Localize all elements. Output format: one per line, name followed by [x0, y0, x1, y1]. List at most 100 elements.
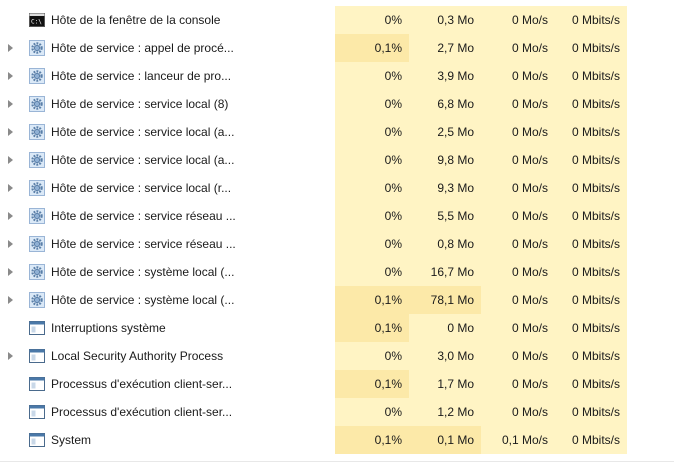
- gear-icon: [29, 40, 45, 56]
- expand-chevron-icon[interactable]: [8, 100, 13, 108]
- expand-chevron-icon[interactable]: [8, 72, 13, 80]
- disk-value: 0 Mo/s: [481, 34, 555, 62]
- process-row[interactable]: Hôte de service : système local (... 0% 16…: [0, 258, 674, 286]
- memory-value: 6,8 Mo: [409, 90, 481, 118]
- process-row[interactable]: Interruptions système 0,1% 0 Mo 0 Mo/s 0 Mbi…: [0, 314, 674, 342]
- process-name: Hôte de la fenêtre de la console: [51, 13, 221, 27]
- process-name: Processus d'exécution client-ser...: [51, 405, 233, 419]
- memory-value: 9,8 Mo: [409, 146, 481, 174]
- process-name: Hôte de service : service local (a...: [51, 125, 235, 139]
- expand-chevron-icon[interactable]: [8, 44, 13, 52]
- cpu-value: 0%: [335, 258, 409, 286]
- process-name: Hôte de service : lanceur de pro...: [51, 69, 232, 83]
- window-icon: [29, 376, 45, 392]
- disk-value: 0,1 Mo/s: [481, 426, 555, 454]
- process-row[interactable]: C:\ Hôte de la fenêtre de la console 0% 0,3…: [0, 6, 674, 34]
- network-value: 0 Mbits/s: [555, 118, 627, 146]
- memory-value: 0,1 Mo: [409, 426, 481, 454]
- cpu-value: 0%: [335, 174, 409, 202]
- disk-value: 0 Mo/s: [481, 118, 555, 146]
- expand-chevron-icon[interactable]: [8, 156, 13, 164]
- memory-value: 0,3 Mo: [409, 6, 481, 34]
- network-value: 0 Mbits/s: [555, 286, 627, 314]
- process-row[interactable]: Processus d'exécution client-ser... 0,1% 1…: [0, 370, 674, 398]
- cpu-value: 0%: [335, 62, 409, 90]
- network-value: 0 Mbits/s: [555, 426, 627, 454]
- process-name: Interruptions système: [51, 321, 166, 335]
- process-row[interactable]: Hôte de service : service réseau ... 0% 5,…: [0, 202, 674, 230]
- process-row[interactable]: Hôte de service : service local (8) 0% 6,8…: [0, 90, 674, 118]
- expand-chevron-icon[interactable]: [8, 128, 13, 136]
- memory-value: 78,1 Mo: [409, 286, 481, 314]
- expand-chevron-icon[interactable]: [8, 184, 13, 192]
- network-value: 0 Mbits/s: [555, 202, 627, 230]
- network-value: 0 Mbits/s: [555, 370, 627, 398]
- memory-value: 16,7 Mo: [409, 258, 481, 286]
- memory-value: 3,9 Mo: [409, 62, 481, 90]
- network-value: 0 Mbits/s: [555, 174, 627, 202]
- memory-value: 1,2 Mo: [409, 398, 481, 426]
- memory-value: 0 Mo: [409, 314, 481, 342]
- process-row[interactable]: Hôte de service : service réseau ... 0% 0,…: [0, 230, 674, 258]
- gear-icon: [29, 152, 45, 168]
- cpu-value: 0,1%: [335, 34, 409, 62]
- gear-icon: [29, 96, 45, 112]
- network-value: 0 Mbits/s: [555, 34, 627, 62]
- bottom-divider: [0, 461, 674, 462]
- process-name: Hôte de service : service réseau ...: [51, 237, 236, 251]
- process-row[interactable]: Local Security Authority Process 0% 3,0 Mo…: [0, 342, 674, 370]
- network-value: 0 Mbits/s: [555, 90, 627, 118]
- expand-chevron-icon[interactable]: [8, 352, 13, 360]
- memory-value: 9,3 Mo: [409, 174, 481, 202]
- expand-chevron-icon[interactable]: [8, 268, 13, 276]
- disk-value: 0 Mo/s: [481, 398, 555, 426]
- console-icon: C:\: [29, 12, 45, 28]
- disk-value: 0 Mo/s: [481, 286, 555, 314]
- cpu-value: 0%: [335, 398, 409, 426]
- cpu-value: 0,1%: [335, 286, 409, 314]
- network-value: 0 Mbits/s: [555, 314, 627, 342]
- cpu-value: 0,1%: [335, 426, 409, 454]
- cpu-value: 0,1%: [335, 314, 409, 342]
- process-row[interactable]: Processus d'exécution client-ser... 0% 1,2…: [0, 398, 674, 426]
- memory-value: 2,7 Mo: [409, 34, 481, 62]
- network-value: 0 Mbits/s: [555, 342, 627, 370]
- cpu-value: 0,1%: [335, 370, 409, 398]
- process-row[interactable]: Hôte de service : service local (a... 0% 2…: [0, 118, 674, 146]
- cpu-value: 0%: [335, 6, 409, 34]
- network-value: 0 Mbits/s: [555, 398, 627, 426]
- process-row[interactable]: Hôte de service : service local (a... 0% 9…: [0, 146, 674, 174]
- cpu-value: 0%: [335, 146, 409, 174]
- process-row[interactable]: Hôte de service : lanceur de pro... 0% 3,9…: [0, 62, 674, 90]
- process-row[interactable]: Hôte de service : service local (r... 0% 9…: [0, 174, 674, 202]
- network-value: 0 Mbits/s: [555, 146, 627, 174]
- process-name: Hôte de service : appel de procé...: [51, 41, 234, 55]
- gear-icon: [29, 68, 45, 84]
- process-name: Hôte de service : système local (...: [51, 293, 235, 307]
- gear-icon: [29, 236, 45, 252]
- process-row[interactable]: System 0,1% 0,1 Mo 0,1 Mo/s 0 Mbits/s: [0, 426, 674, 454]
- window-icon: [29, 348, 45, 364]
- process-name: Hôte de service : service réseau ...: [51, 209, 236, 223]
- process-name: Hôte de service : service local (a...: [51, 153, 235, 167]
- disk-value: 0 Mo/s: [481, 258, 555, 286]
- window-icon: [29, 432, 45, 448]
- process-list: C:\ Hôte de la fenêtre de la console 0% 0,3…: [0, 6, 674, 454]
- disk-value: 0 Mo/s: [481, 174, 555, 202]
- expand-chevron-icon[interactable]: [8, 212, 13, 220]
- expand-chevron-icon[interactable]: [8, 240, 13, 248]
- memory-value: 1,7 Mo: [409, 370, 481, 398]
- expand-chevron-icon[interactable]: [8, 296, 13, 304]
- disk-value: 0 Mo/s: [481, 230, 555, 258]
- memory-value: 5,5 Mo: [409, 202, 481, 230]
- network-value: 0 Mbits/s: [555, 6, 627, 34]
- cpu-value: 0%: [335, 118, 409, 146]
- disk-value: 0 Mo/s: [481, 62, 555, 90]
- disk-value: 0 Mo/s: [481, 370, 555, 398]
- process-name: Hôte de service : service local (r...: [51, 181, 232, 195]
- disk-value: 0 Mo/s: [481, 6, 555, 34]
- svg-text:C:\: C:\: [31, 19, 42, 26]
- process-row[interactable]: Hôte de service : appel de procé... 0,1% 2…: [0, 34, 674, 62]
- process-row[interactable]: Hôte de service : système local (... 0,1%…: [0, 286, 674, 314]
- process-name: Hôte de service : service local (8): [51, 97, 229, 111]
